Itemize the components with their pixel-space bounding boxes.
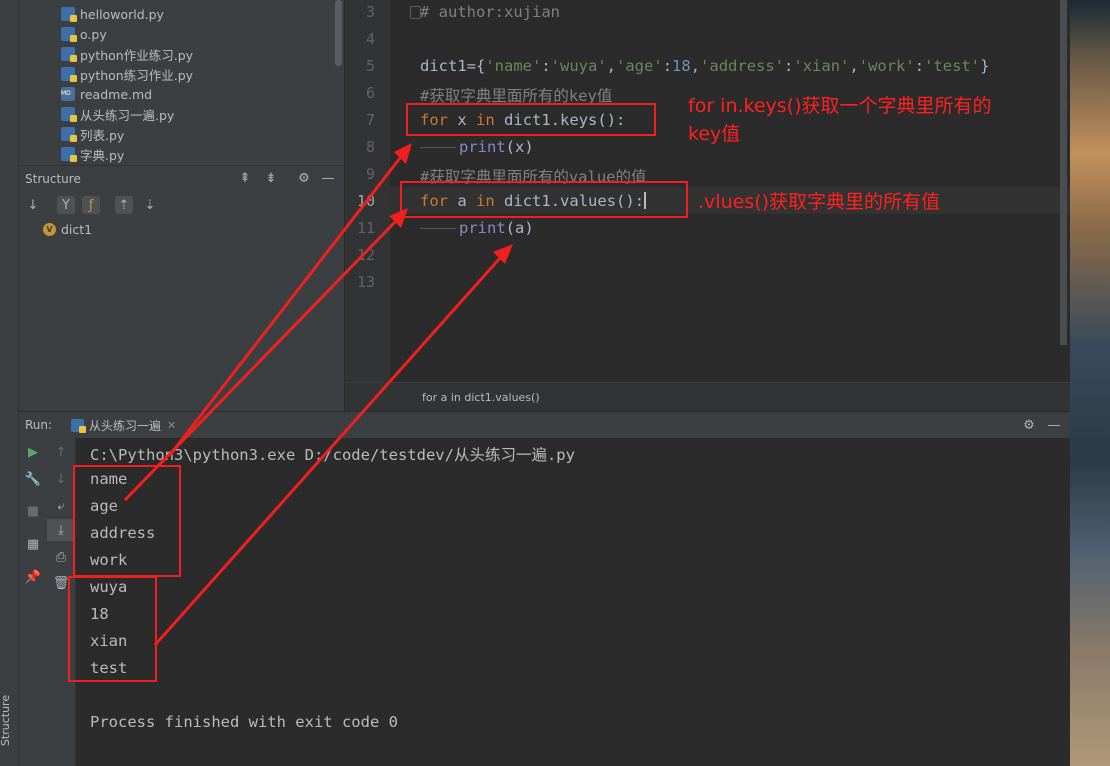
- arrow-values-line-1: [123, 220, 397, 502]
- annotation-arrows: [123, 143, 513, 646]
- arrow-values-line-2: [153, 257, 502, 646]
